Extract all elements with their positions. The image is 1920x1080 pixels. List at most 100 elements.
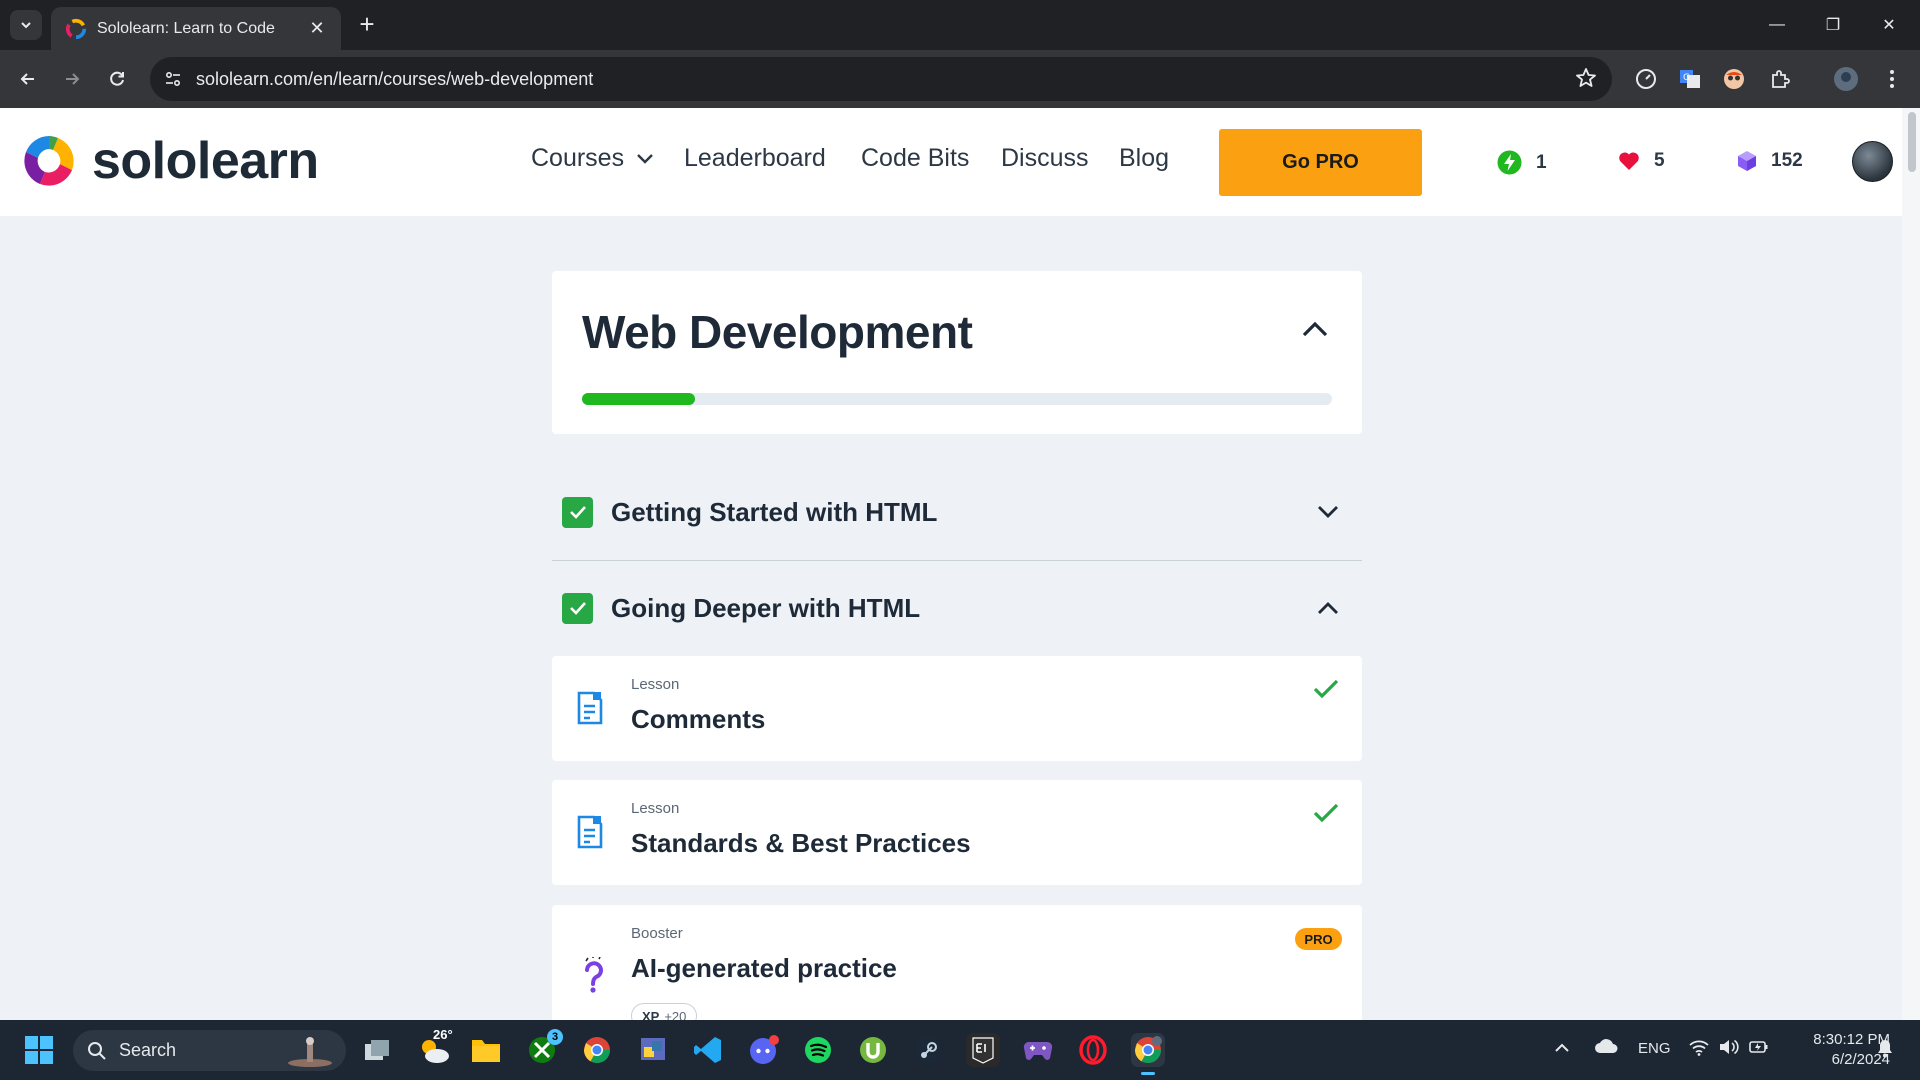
scrollbar-thumb[interactable] bbox=[1908, 112, 1916, 172]
section-divider bbox=[552, 560, 1362, 561]
page-scrollbar[interactable] bbox=[1902, 108, 1920, 1020]
reload-button[interactable] bbox=[101, 63, 133, 95]
lesson-item-ai-practice[interactable]: Booster AI-generated practice PRO XP +20 bbox=[552, 905, 1362, 1029]
course-progress-fill bbox=[582, 393, 695, 405]
browser-menu-icon[interactable] bbox=[1876, 63, 1908, 95]
site-info-icon[interactable] bbox=[164, 70, 182, 88]
input-language[interactable]: ENG bbox=[1638, 1040, 1671, 1057]
browser-tab-strip: Sololearn: Learn to Code ✕ + — ❐ ✕ bbox=[0, 0, 1920, 50]
restore-button[interactable]: ❐ bbox=[1806, 0, 1860, 50]
new-tab-button[interactable]: + bbox=[352, 10, 382, 40]
chrome-icon[interactable] bbox=[580, 1033, 614, 1067]
volume-icon[interactable] bbox=[1718, 1038, 1740, 1060]
nav-blog[interactable]: Blog bbox=[1119, 144, 1169, 173]
arrow-left-icon bbox=[20, 73, 34, 85]
user-avatar[interactable] bbox=[1852, 141, 1893, 182]
address-bar[interactable]: sololearn.com/en/learn/courses/web-devel… bbox=[150, 57, 1612, 101]
python-idle-icon[interactable] bbox=[636, 1033, 670, 1067]
nav-courses-label: Courses bbox=[531, 144, 625, 172]
chrome-active-icon[interactable] bbox=[1131, 1033, 1165, 1075]
onedrive-cloud-icon[interactable] bbox=[1594, 1038, 1618, 1058]
windows-start-icon[interactable] bbox=[22, 1033, 56, 1067]
opera-icon[interactable] bbox=[1076, 1033, 1110, 1067]
search-highlight-icon bbox=[288, 1037, 332, 1067]
battery-charging-icon[interactable] bbox=[1748, 1038, 1770, 1060]
epic-games-icon[interactable] bbox=[966, 1033, 1000, 1067]
chevron-down-icon bbox=[637, 153, 653, 164]
extension-speedometer-icon[interactable] bbox=[1630, 63, 1662, 95]
section-going-deeper-html[interactable]: Going Deeper with HTML bbox=[552, 573, 1362, 643]
xbox-badge: 3 bbox=[547, 1029, 563, 1045]
wifi-icon[interactable] bbox=[1688, 1038, 1710, 1060]
extension-face-icon[interactable] bbox=[1718, 63, 1750, 95]
lightning-icon bbox=[1497, 150, 1522, 175]
minimize-button[interactable]: — bbox=[1750, 0, 1804, 50]
completed-check-icon bbox=[1313, 679, 1339, 699]
nav-courses[interactable]: Courses bbox=[531, 144, 654, 173]
tab-search-button[interactable] bbox=[10, 10, 42, 40]
taskbar-search-box[interactable]: Search bbox=[73, 1030, 346, 1071]
section-title: Going Deeper with HTML bbox=[611, 592, 921, 623]
bookmark-star-icon[interactable] bbox=[1574, 66, 1598, 90]
site-header: sololearn Courses Leaderboard Code Bits … bbox=[0, 108, 1902, 216]
section-completed-check bbox=[562, 592, 593, 624]
hearts-count: 5 bbox=[1654, 150, 1665, 171]
sololearn-logo[interactable]: sololearn bbox=[18, 130, 319, 192]
weather-widget-icon[interactable]: 26° bbox=[414, 1027, 454, 1067]
chevron-up-icon[interactable] bbox=[1300, 319, 1330, 339]
browser-tab-active[interactable]: Sololearn: Learn to Code ✕ bbox=[51, 7, 341, 50]
game-controller-icon[interactable] bbox=[1021, 1033, 1055, 1067]
task-view-icon[interactable] bbox=[360, 1033, 394, 1067]
xbox-icon[interactable]: 3 bbox=[525, 1029, 563, 1067]
sololearn-favicon-icon bbox=[65, 18, 87, 39]
vscode-icon[interactable] bbox=[691, 1033, 725, 1067]
section-getting-started-html[interactable]: Getting Started with HTML bbox=[552, 477, 1362, 547]
lesson-type: Lesson bbox=[631, 800, 680, 817]
nav-code-bits[interactable]: Code Bits bbox=[861, 144, 969, 173]
course-header-card: Web Development bbox=[552, 271, 1362, 434]
go-pro-button[interactable]: Go PRO bbox=[1219, 129, 1422, 196]
nav-leaderboard[interactable]: Leaderboard bbox=[684, 144, 826, 173]
clock-date: 6/2/2024 bbox=[1831, 1051, 1890, 1068]
tab-title: Sololearn: Learn to Code bbox=[97, 19, 275, 37]
forward-button[interactable] bbox=[56, 63, 88, 95]
taskbar-search-label: Search bbox=[119, 1040, 177, 1060]
url-text: sololearn.com/en/learn/courses/web-devel… bbox=[196, 68, 594, 89]
section-completed-check bbox=[562, 496, 593, 528]
active-app-indicator bbox=[1141, 1072, 1155, 1075]
chevron-up-icon[interactable] bbox=[1316, 600, 1340, 616]
clock-time: 8:30:12 PM bbox=[1813, 1031, 1890, 1048]
profile-avatar-icon[interactable] bbox=[1830, 63, 1862, 95]
taskbar-clock[interactable]: 8:30:12 PM 6/2/2024 bbox=[1780, 1030, 1890, 1070]
utorrent-icon[interactable] bbox=[856, 1033, 890, 1067]
tab-close-icon[interactable]: ✕ bbox=[307, 18, 327, 39]
nav-blog-label: Blog bbox=[1119, 144, 1170, 172]
nav-code-bits-label: Code Bits bbox=[861, 144, 970, 172]
spotify-icon[interactable] bbox=[801, 1033, 835, 1067]
chevron-down-icon[interactable] bbox=[1316, 504, 1340, 520]
nav-leaderboard-label: Leaderboard bbox=[684, 144, 826, 172]
back-button[interactable] bbox=[12, 63, 44, 95]
question-mark-icon bbox=[585, 957, 603, 993]
windows-taskbar: Search 26° 3 ENG 8:30:12 PM 6/2/2024 bbox=[0, 1020, 1920, 1080]
bits-counter[interactable]: 152 bbox=[1737, 150, 1803, 172]
steam-icon[interactable] bbox=[911, 1033, 945, 1067]
tray-overflow-icon[interactable] bbox=[1554, 1040, 1570, 1057]
sololearn-logo-icon bbox=[24, 136, 74, 186]
file-explorer-icon[interactable] bbox=[469, 1033, 503, 1067]
streak-counter[interactable]: 1 bbox=[1497, 150, 1547, 175]
lesson-item-comments[interactable]: Lesson Comments bbox=[552, 656, 1362, 761]
extension-translate-icon[interactable]: G bbox=[1674, 63, 1706, 95]
hearts-counter[interactable]: 5 bbox=[1618, 150, 1665, 172]
extensions-puzzle-icon[interactable] bbox=[1764, 63, 1796, 95]
lesson-document-icon bbox=[577, 691, 603, 725]
course-progress-bar bbox=[582, 393, 1332, 405]
nav-discuss[interactable]: Discuss bbox=[1001, 144, 1089, 173]
bits-count: 152 bbox=[1771, 150, 1803, 171]
lesson-item-standards[interactable]: Lesson Standards & Best Practices bbox=[552, 780, 1362, 885]
close-window-button[interactable]: ✕ bbox=[1862, 0, 1916, 50]
bits-cube-icon bbox=[1738, 151, 1756, 171]
notification-bell-icon[interactable] bbox=[1876, 1038, 1894, 1062]
completed-check-icon bbox=[1313, 803, 1339, 823]
discord-icon[interactable] bbox=[746, 1033, 780, 1067]
